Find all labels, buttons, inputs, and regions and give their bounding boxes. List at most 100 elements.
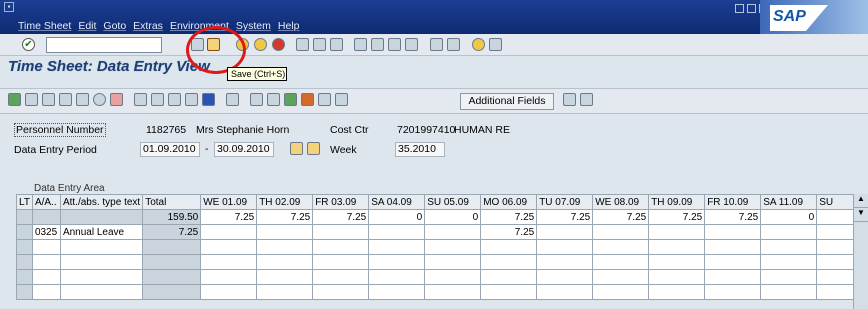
- column-header[interactable]: TU 07.09: [536, 194, 594, 210]
- scissors-icon[interactable]: [335, 93, 348, 106]
- next-period-icon[interactable]: [307, 142, 320, 155]
- table-cell[interactable]: [480, 269, 538, 285]
- table-cell[interactable]: [424, 254, 482, 270]
- table-cell[interactable]: [648, 284, 706, 300]
- table-cell[interactable]: [816, 254, 858, 270]
- column-header[interactable]: Total: [142, 194, 202, 210]
- next-page-icon[interactable]: [388, 38, 401, 51]
- table-cell[interactable]: Annual Leave: [59, 224, 144, 240]
- insert-row-icon[interactable]: [267, 93, 280, 106]
- table-cell[interactable]: [592, 284, 650, 300]
- table-cell[interactable]: 0325: [31, 224, 61, 240]
- scroll-up-icon[interactable]: ▲: [854, 194, 868, 208]
- command-field[interactable]: [46, 37, 162, 53]
- table-cell[interactable]: [760, 284, 818, 300]
- table-cell[interactable]: [424, 284, 482, 300]
- table-cell[interactable]: [648, 254, 706, 270]
- info-icon[interactable]: [202, 93, 215, 106]
- table-cell[interactable]: [31, 269, 61, 285]
- copy-icon[interactable]: [185, 93, 198, 106]
- table-cell[interactable]: [312, 254, 370, 270]
- select-all-icon[interactable]: [284, 93, 297, 106]
- table-cell[interactable]: [760, 269, 818, 285]
- table-cell[interactable]: [480, 284, 538, 300]
- menu-help[interactable]: Help: [278, 20, 300, 32]
- vertical-scrollbar[interactable]: ▲ ▼: [853, 194, 868, 309]
- previous-period-icon[interactable]: [290, 142, 303, 155]
- menu-time-sheet[interactable]: Time Sheet: [18, 20, 71, 32]
- table-cell[interactable]: [31, 254, 61, 270]
- table-cell[interactable]: [368, 284, 426, 300]
- layout-menu-icon[interactable]: [489, 38, 502, 51]
- help-icon[interactable]: [472, 38, 485, 51]
- table-cell[interactable]: [59, 269, 144, 285]
- first-page-icon[interactable]: [354, 38, 367, 51]
- table-cell[interactable]: [31, 284, 61, 300]
- table-cell[interactable]: [368, 269, 426, 285]
- table-cell[interactable]: [424, 239, 482, 255]
- column-header[interactable]: A/A..: [31, 194, 61, 210]
- table-cell[interactable]: [200, 269, 258, 285]
- column-header[interactable]: SU: [816, 194, 858, 210]
- table-cell[interactable]: [704, 224, 762, 240]
- table-cell[interactable]: [480, 254, 538, 270]
- table-cell[interactable]: [59, 284, 144, 300]
- table-cell[interactable]: [59, 254, 144, 270]
- column-header[interactable]: WE 01.09: [200, 194, 258, 210]
- table-cell[interactable]: [480, 239, 538, 255]
- table-cell[interactable]: [256, 224, 314, 240]
- menu-system[interactable]: System: [236, 20, 271, 32]
- table-cell[interactable]: [368, 254, 426, 270]
- table-cell[interactable]: [312, 269, 370, 285]
- table-cell[interactable]: [760, 239, 818, 255]
- table-cell[interactable]: [704, 239, 762, 255]
- table-cell[interactable]: [592, 254, 650, 270]
- table-cell[interactable]: [704, 254, 762, 270]
- table-cell[interactable]: [592, 239, 650, 255]
- table-cell[interactable]: [312, 224, 370, 240]
- column-header[interactable]: SU 05.09: [424, 194, 482, 210]
- period-from-field[interactable]: 01.09.2010: [140, 142, 200, 157]
- last-page-icon[interactable]: [405, 38, 418, 51]
- column-header[interactable]: MO 06.09: [480, 194, 538, 210]
- table-cell[interactable]: [536, 254, 594, 270]
- additional-fields-button[interactable]: Additional Fields: [460, 93, 554, 110]
- table-cell[interactable]: [312, 284, 370, 300]
- table-cell[interactable]: [536, 269, 594, 285]
- shortcut-icon[interactable]: [447, 38, 460, 51]
- column-header[interactable]: FR 03.09: [312, 194, 370, 210]
- table-cell[interactable]: [368, 239, 426, 255]
- column-header[interactable]: WE 08.09: [592, 194, 650, 210]
- table-cell[interactable]: [704, 269, 762, 285]
- search-icon[interactable]: [134, 93, 147, 106]
- table-cell[interactable]: [536, 224, 594, 240]
- print-icon[interactable]: [296, 38, 309, 51]
- table-cell[interactable]: [648, 224, 706, 240]
- column-header[interactable]: FR 10.09: [704, 194, 762, 210]
- table-cell[interactable]: [368, 224, 426, 240]
- table-cell[interactable]: [592, 269, 650, 285]
- week-field[interactable]: 35.2010: [395, 142, 445, 157]
- calendar-icon[interactable]: [110, 93, 123, 106]
- menu-goto[interactable]: Goto: [103, 20, 126, 32]
- column-header[interactable]: SA 04.09: [368, 194, 426, 210]
- cancel-icon[interactable]: [272, 38, 285, 51]
- system-menu-icon[interactable]: ▪: [4, 2, 14, 12]
- find-next-icon[interactable]: [330, 38, 343, 51]
- edit-icon[interactable]: [151, 93, 164, 106]
- period-to-field[interactable]: 30.09.2010: [214, 142, 274, 157]
- overview-icon[interactable]: [25, 93, 38, 106]
- table-cell[interactable]: [16, 254, 33, 270]
- table-cell[interactable]: [200, 224, 258, 240]
- clock-icon[interactable]: [93, 93, 106, 106]
- next-week-icon[interactable]: [580, 93, 593, 106]
- table-cell[interactable]: [760, 254, 818, 270]
- filter-icon[interactable]: [59, 93, 72, 106]
- previous-page-icon[interactable]: [371, 38, 384, 51]
- table-cell[interactable]: [59, 239, 144, 255]
- table-cell[interactable]: [816, 269, 858, 285]
- table-cell[interactable]: [536, 239, 594, 255]
- table-cell[interactable]: [816, 224, 858, 240]
- table-cell[interactable]: [816, 239, 858, 255]
- maximize-icon[interactable]: [747, 4, 756, 13]
